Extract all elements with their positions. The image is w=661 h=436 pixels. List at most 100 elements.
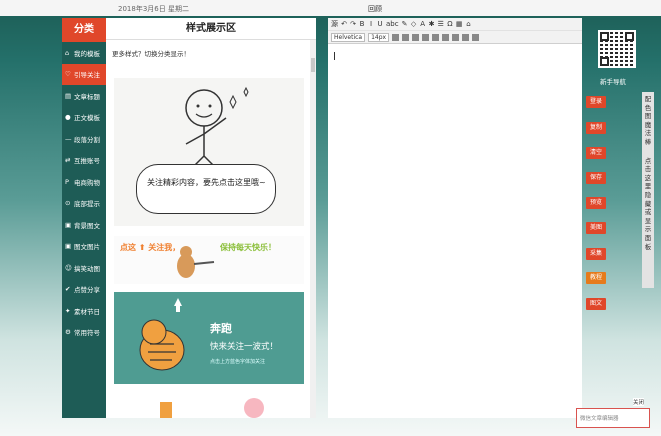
align-left-icon[interactable] (392, 33, 400, 41)
align-right-icon[interactable] (412, 33, 420, 41)
category-item[interactable]: P 电商购物 (62, 171, 106, 193)
header-center-label: 回顾 (368, 5, 382, 13)
emotion-icon[interactable] (462, 33, 470, 41)
home-icon: ⌂ (65, 48, 70, 57)
toolbar-button[interactable]: abc (386, 20, 399, 28)
font-family-select[interactable]: Helvetica (331, 32, 366, 42)
category-item[interactable]: ⊙ 底部提示 (62, 193, 106, 215)
category-label: 正文模板 (74, 114, 100, 123)
cat-heading: 奔跑 (210, 322, 232, 335)
category-sidebar: 分类 ⌂ 我的模板 ♡ 引导关注 ▤ 文章标题 ● 正文模板 — 段落分割 ⇄ 互推账号 P 电商购物 ⊙ 底… (62, 18, 106, 418)
editor-toolbar-row-2: Helvetica 14px (328, 31, 582, 44)
document-icon: ▤ (65, 91, 72, 100)
style-panel-scrollbar[interactable] (310, 40, 316, 418)
text-caret (334, 52, 335, 60)
editor-toolbar-row-1: 源 ↶ ↷ B I Uabc ✎ ◇ A ✱ ☰ Ω ▦ ⌂ (328, 18, 582, 31)
toolbar-button[interactable]: A (420, 20, 426, 28)
category-title: 分类 (62, 18, 106, 42)
category-item[interactable]: ▣ 背景图文 (62, 214, 106, 236)
beginner-guide-link[interactable]: 新手导航 (600, 76, 626, 86)
category-label: 图文图片 (74, 243, 100, 252)
cat-icon (139, 298, 185, 371)
category-item[interactable]: ✔ 点赞分享 (62, 279, 106, 301)
image-icon: ▣ (65, 220, 72, 229)
category-item[interactable]: ⌂ 我的模板 (62, 42, 106, 64)
circle-icon: ● (65, 113, 71, 122)
toolbar-button[interactable]: ◇ (411, 20, 417, 28)
toolbar-button[interactable]: ↶ (341, 20, 347, 28)
template-follow-banner[interactable]: 点这 ⬆ 关注我， 保持每天快乐！ (114, 236, 304, 284)
table-icon[interactable] (472, 33, 480, 41)
toolbar-button[interactable]: 源 (331, 19, 338, 29)
toolbar-button[interactable]: ☰ (438, 20, 444, 28)
action-button[interactable]: 保存 (586, 172, 606, 184)
category-label: 常用符号 (74, 329, 100, 338)
wechat-editor-box[interactable]: 微信文章编辑器 (576, 408, 650, 428)
category-label: 底部提示 (74, 200, 100, 209)
bubble-text: 关注精彩内容，要先点击这里哦~ (147, 178, 266, 187)
category-item[interactable]: ☺ 搞笑动图 (62, 257, 106, 279)
category-label: 段落分割 (74, 135, 100, 144)
banner-text-right: 保持每天快乐！ (220, 243, 276, 252)
side-tab-top-text: 配色图 魔法棒 (644, 95, 652, 146)
category-label: 素材节日 (74, 307, 100, 316)
toolbar-button[interactable]: ✎ (402, 20, 408, 28)
banner-text-left: 点这 ⬆ 关注我， (120, 243, 181, 252)
toolbar-button[interactable]: ⌂ (466, 20, 472, 28)
cat-small-text: 点击上方蓝色字体加关注 (210, 359, 266, 365)
font-size-select[interactable]: 14px (368, 32, 390, 42)
top-bar: 2018年3月6日 星期二 回顾 (0, 0, 661, 16)
cat-line: 快来关注一波式！ (210, 342, 279, 352)
template-partial[interactable] (114, 392, 304, 418)
action-button[interactable]: 复制 (586, 122, 606, 134)
image-icon[interactable] (442, 33, 450, 41)
toolbar-button[interactable]: ↷ (350, 20, 356, 28)
p-icon: P (65, 177, 69, 186)
close-label[interactable]: 关闭 (633, 398, 645, 406)
gif-icon: ☺ (65, 263, 72, 272)
category-label: 电商购物 (74, 178, 100, 187)
toolbar-button[interactable]: Ω (447, 20, 453, 28)
side-tab-bottom-text: 点击这里隐藏或显示面板 (644, 156, 652, 251)
qr-code (598, 30, 636, 68)
category-item[interactable]: ♡ 引导关注 (62, 63, 106, 85)
style-display-panel: 样式展示区 更多样式？切换分类显示！ 关注精彩内容，要先点击这里哦~ 点这 ⬆ … (106, 18, 316, 418)
scrollbar-thumb[interactable] (311, 58, 315, 72)
category-label: 引导关注 (74, 71, 100, 80)
template-follow-bubble[interactable]: 关注精彩内容，要先点击这里哦~ (114, 78, 304, 226)
category-item[interactable]: ✦ 素材节日 (62, 300, 106, 322)
category-item[interactable]: ● 正文模板 (62, 107, 106, 129)
category-label: 背景图文 (74, 221, 100, 230)
action-button[interactable]: 图文 (586, 298, 606, 310)
category-item[interactable]: ⚙ 常用符号 (62, 322, 106, 344)
toolbar-button[interactable]: ▦ (456, 20, 463, 28)
picture-icon: ▣ (65, 242, 72, 251)
action-button[interactable]: 清空 (586, 147, 606, 159)
toolbar-button[interactable]: ✱ (429, 20, 435, 28)
category-item[interactable]: ▣ 图文图片 (62, 236, 106, 258)
category-item[interactable]: ⇄ 互推账号 (62, 150, 106, 172)
category-item[interactable]: ▤ 文章标题 (62, 85, 106, 107)
align-center-icon[interactable] (402, 33, 410, 41)
panel-toggle-tab[interactable]: 配色图 魔法棒 点击这里隐藏或显示面板 (642, 92, 654, 288)
action-button[interactable]: 采集 (586, 248, 606, 260)
template-running-cat[interactable]: 奔跑 快来关注一波式！ 点击上方蓝色字体加关注 (114, 292, 304, 384)
action-button[interactable]: 教程 (586, 272, 606, 284)
toolbar-button[interactable]: I (368, 20, 374, 28)
follow-icon: ♡ (65, 70, 71, 79)
align-justify-icon[interactable] (422, 33, 430, 41)
rich-text-editor[interactable]: 源 ↶ ↷ B I Uabc ✎ ◇ A ✱ ☰ Ω ▦ ⌂ Helvetica 14px (328, 18, 582, 418)
toolbar-button[interactable]: U (377, 20, 383, 28)
style-panel-title: 样式展示区 (106, 18, 316, 40)
action-button[interactable]: 美图 (586, 222, 606, 234)
action-button[interactable]: 预览 (586, 197, 606, 209)
dash-icon: — (65, 134, 72, 143)
toolbar-button[interactable]: B (359, 20, 365, 28)
wechat-editor-text: 微信文章编辑器 (580, 416, 619, 422)
format-icon[interactable] (432, 33, 440, 41)
video-icon[interactable] (452, 33, 460, 41)
style-panel-tip: 更多样式？切换分类显示！ (112, 50, 190, 58)
action-button[interactable]: 登录 (586, 96, 606, 108)
category-item[interactable]: — 段落分割 (62, 128, 106, 150)
category-label: 文章标题 (74, 92, 100, 101)
